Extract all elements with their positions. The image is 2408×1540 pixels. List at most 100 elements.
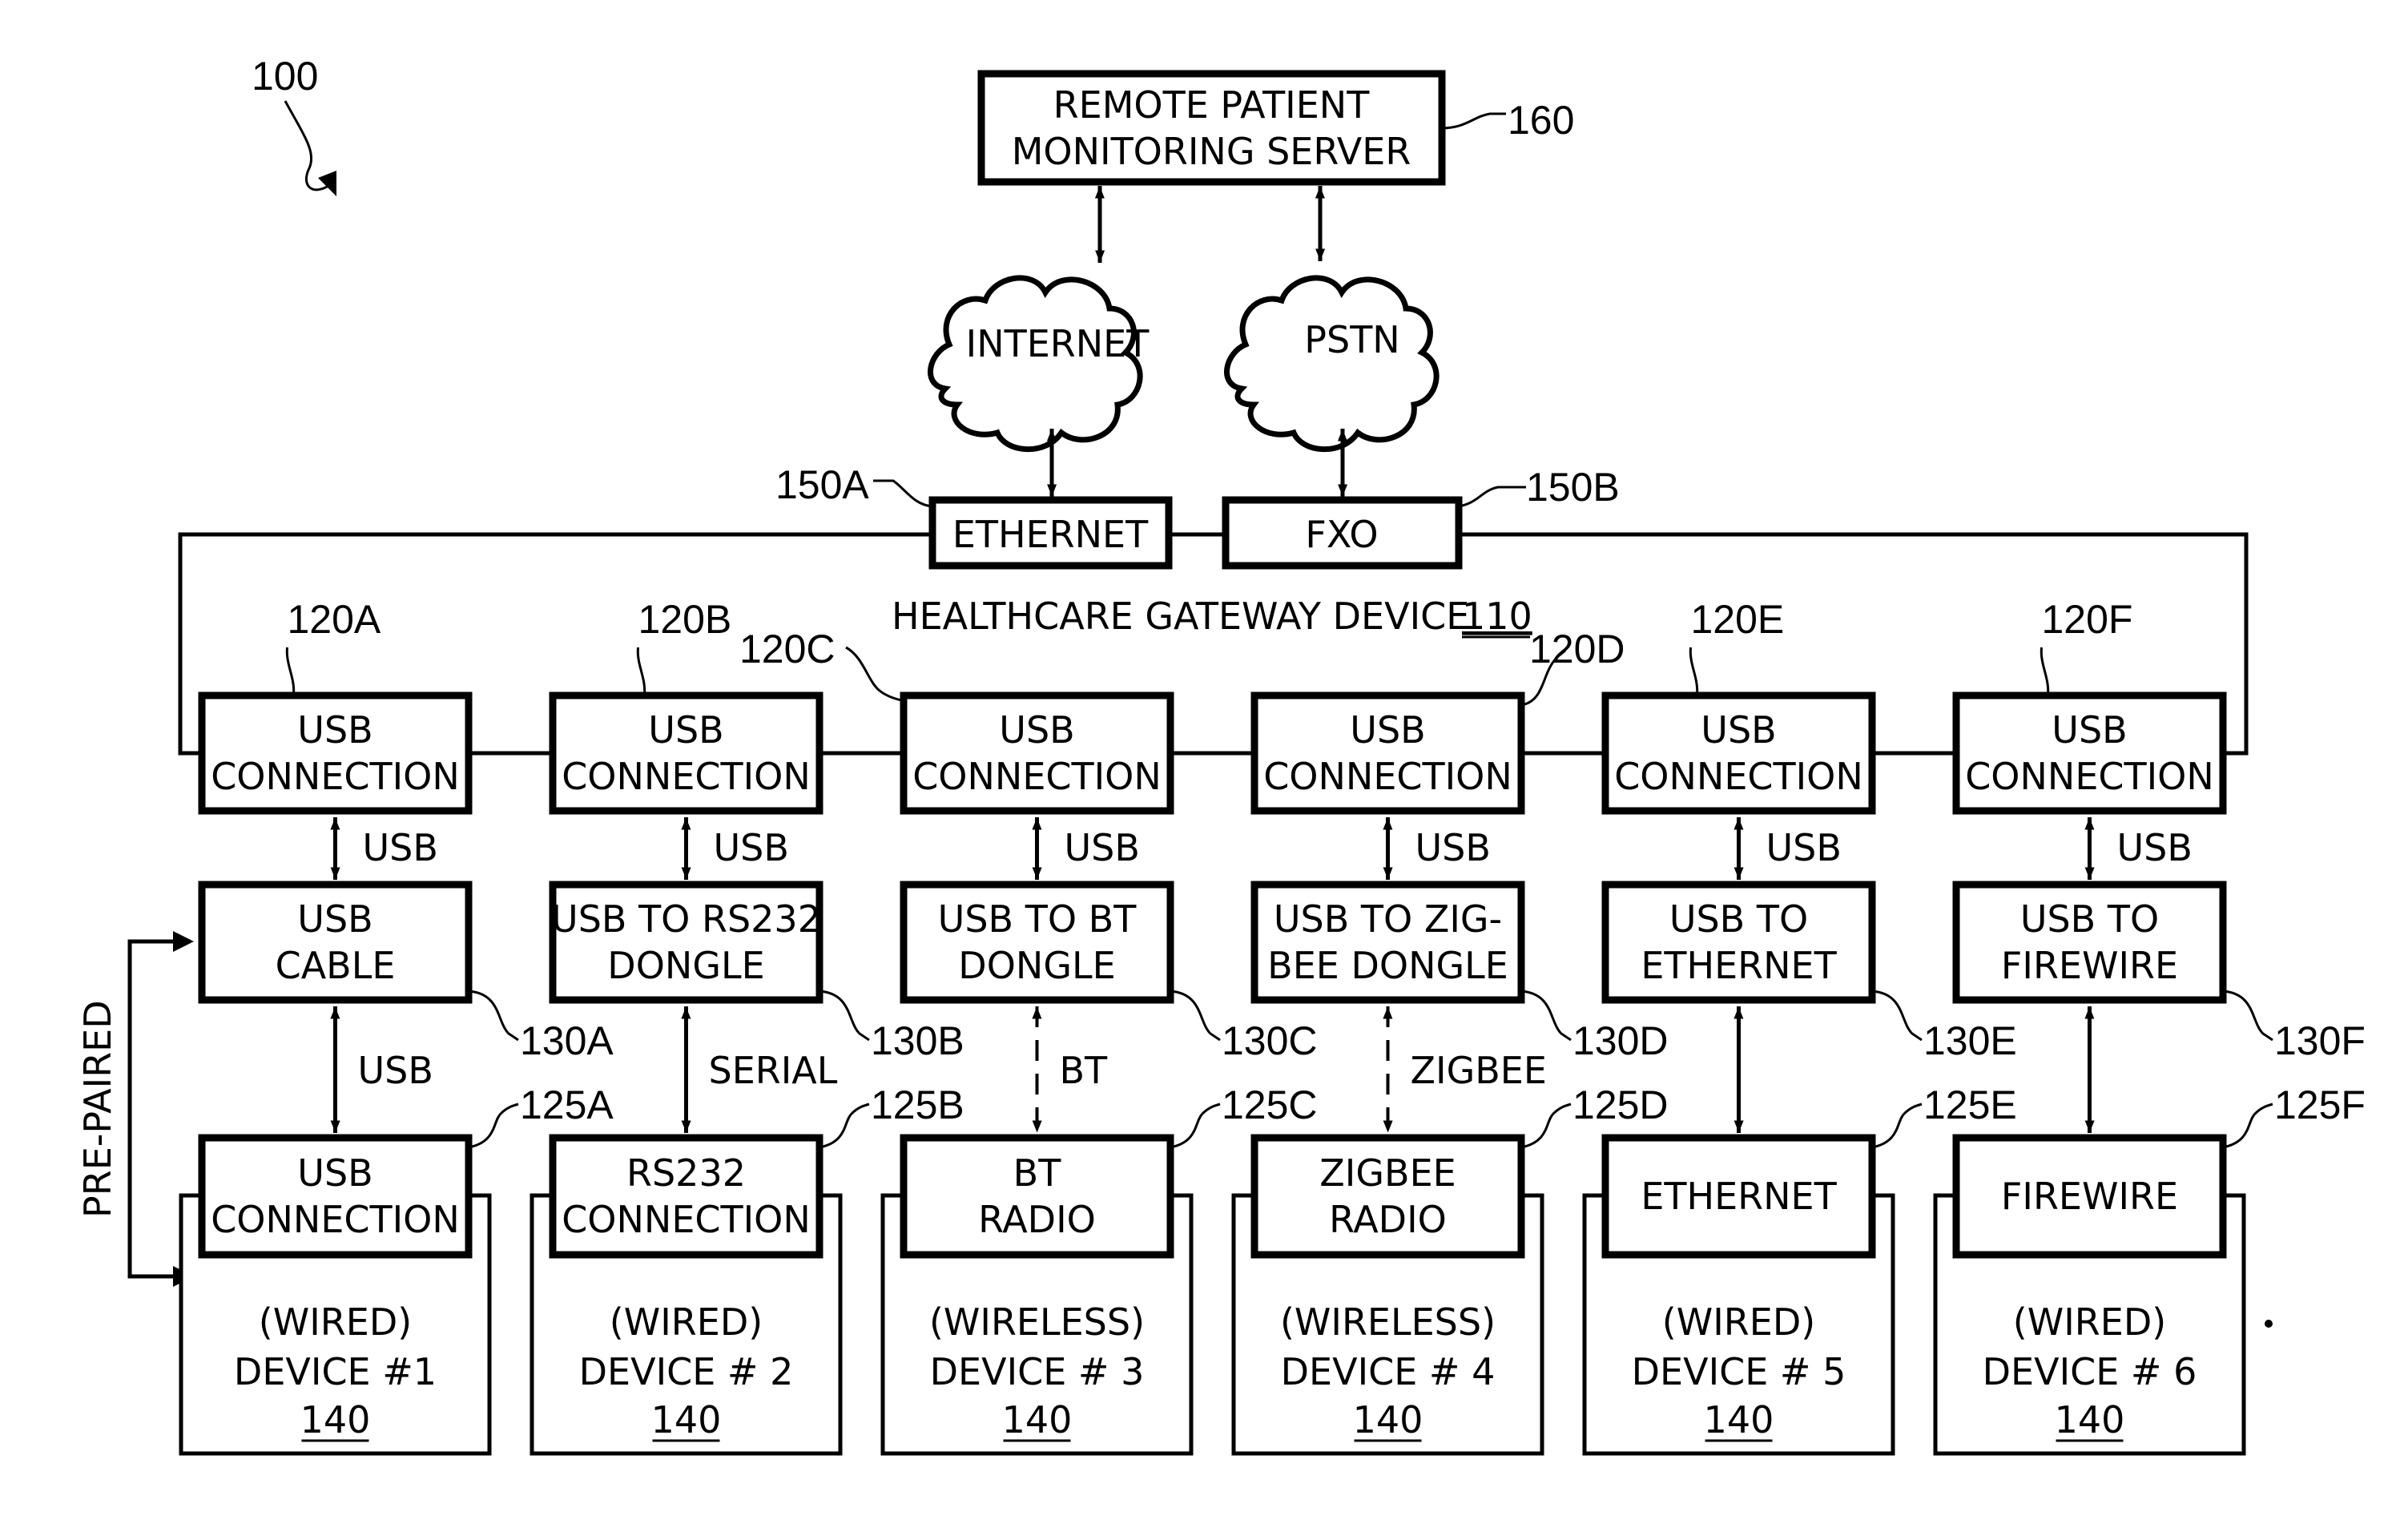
adapter-ref: 130C [1222, 1018, 1318, 1063]
device-interface-label-line1: ETHERNET [1641, 1175, 1837, 1218]
pstn-cloud: PSTN [1224, 275, 1440, 453]
device-name-label: DEVICE # 6 [1983, 1350, 2197, 1393]
usb-connection-label-line2: CONNECTION [1614, 755, 1863, 798]
device-interface-label-line1: ZIGBEE [1319, 1151, 1456, 1195]
device-interface-leader [2222, 1103, 2273, 1149]
device-interface-ref: 125D [1572, 1082, 1669, 1127]
figure-ref-label: 100 [252, 54, 318, 99]
device-name-label: DEVICE #1 [234, 1350, 437, 1393]
device-name-label: DEVICE # 4 [1281, 1350, 1496, 1393]
usb-connection-ref: 120F [2042, 597, 2133, 642]
device-name-label: DEVICE # 2 [579, 1350, 794, 1393]
adapter-ref: 130E [1923, 1018, 2017, 1063]
device-link-label: SERIAL [709, 1049, 838, 1092]
usb-link-label: USB [1766, 826, 1842, 869]
device-ref: 140 [300, 1398, 371, 1441]
usb-link-label: USB [363, 826, 438, 869]
usb-connection-ref: 120E [1691, 597, 1785, 642]
ethernet-port-leader [873, 479, 933, 508]
device-interface-leader [1871, 1103, 1923, 1149]
adapter-label-line2: BEE DONGLE [1267, 944, 1508, 987]
device-interface-label-line2: RADIO [1329, 1198, 1447, 1241]
device-interface-leader [1170, 1103, 1221, 1149]
usb-connection-label-line1: USB [1701, 708, 1776, 752]
usb-connection-ref: 120C [739, 627, 836, 671]
adapter-ref: 130B [871, 1018, 964, 1063]
usb-connection-leader [636, 647, 646, 696]
usb-connection-label-line1: USB [999, 708, 1074, 752]
gateway-title: HEALTHCARE GATEWAY DEVICE [892, 595, 1469, 638]
usb-connection-leader [285, 647, 296, 696]
adapter-ref: 130F [2274, 1018, 2366, 1063]
pre-paired-label: PRE-PAIRED [76, 1000, 119, 1218]
healthcare-gateway: HEALTHCARE GATEWAY DEVICE 110 ETHERNET 1… [178, 462, 2249, 756]
device-type-label: (WIRELESS) [1280, 1300, 1496, 1344]
device-interface-leader [1520, 1103, 1572, 1149]
adapter-label-line2: ETHERNET [1641, 944, 1837, 987]
usb-connection-ref: 120D [1529, 627, 1625, 671]
adapter-label-line2: DONGLE [958, 944, 1115, 987]
usb-connection-label-line2: CONNECTION [912, 755, 1162, 798]
usb-connection-leader [845, 646, 904, 702]
adapter-label-line2: CABLE [276, 944, 396, 987]
remote-server-leader [1441, 112, 1506, 130]
adapter-label-line1: USB TO BT [938, 897, 1138, 941]
pstn-label: PSTN [1304, 318, 1399, 361]
figure-ref-arrowhead [318, 171, 336, 196]
gateway-title-text: HEALTHCARE GATEWAY DEVICE [892, 595, 1469, 638]
device-type-label: (WIRELESS) [929, 1300, 1145, 1344]
usb-link-label: USB [1415, 826, 1491, 869]
usb-connection-ref: 120A [288, 597, 381, 642]
gateway-ref: 110 [1462, 595, 1532, 638]
adapter-leader [1871, 990, 1923, 1042]
device-type-label: (WIRED) [2013, 1300, 2166, 1344]
device-name-label: DEVICE # 3 [930, 1350, 1145, 1393]
adapter-leader [2222, 990, 2273, 1042]
device-link-label: ZIGBEE [1411, 1049, 1547, 1092]
adapter-label-line1: USB TO ZIG- [1274, 897, 1502, 941]
usb-connection-label-line1: USB [1350, 708, 1425, 752]
remote-server-label-line2: MONITORING SERVER [1012, 130, 1411, 173]
device-interface-label-line1: RS232 [626, 1151, 746, 1195]
usb-link-label: USB [714, 826, 789, 869]
usb-connection-leader [2040, 647, 2050, 696]
ethernet-port-ref: 150A [775, 462, 869, 507]
device-name-label: DEVICE # 5 [1632, 1350, 1846, 1393]
device-interface-label-line1: USB [297, 1151, 372, 1195]
internet-cloud: INTERNET [928, 275, 1150, 453]
device-ref: 140 [1002, 1398, 1073, 1441]
fxo-port-label: FXO [1305, 513, 1378, 556]
pre-paired-arrowhead-top [173, 931, 194, 952]
pre-paired-bracket: PRE-PAIRED [76, 931, 194, 1287]
device-interface-label-line1: FIREWIRE [2001, 1175, 2178, 1218]
device-ref: 140 [1353, 1398, 1423, 1441]
remote-server-label-line1: REMOTE PATIENT [1053, 83, 1371, 127]
device-ref: 140 [1704, 1398, 1774, 1441]
device-link-label: USB [358, 1049, 433, 1092]
adapter-label-line1: USB TO [1669, 897, 1808, 941]
usb-connection-label-line1: USB [2052, 708, 2127, 752]
device-interface-ref: 125A [520, 1082, 614, 1127]
adapter-label-line2: DONGLE [607, 944, 764, 987]
device-ref: 140 [651, 1398, 722, 1441]
usb-connection-label-line2: CONNECTION [211, 755, 460, 798]
adapter-ref: 130A [520, 1018, 614, 1063]
device-interface-ref: 125C [1222, 1082, 1318, 1127]
device-interface-label-line1: BT [1013, 1151, 1062, 1195]
cloud-icon [1224, 275, 1440, 453]
device-type-label: (WIRED) [610, 1300, 763, 1344]
device-interface-ref: 125E [1923, 1082, 2017, 1127]
usb-connection-label-line2: CONNECTION [562, 755, 811, 798]
adapter-label-line2: FIREWIRE [2001, 944, 2178, 987]
stray-mark [2265, 1320, 2273, 1328]
adapter-label-line1: USB TO RS232 [551, 897, 821, 941]
usb-link-label: USB [2117, 826, 2193, 869]
internet-label: INTERNET [966, 322, 1150, 365]
usb-connection-leader [1689, 647, 1699, 696]
usb-connection-label-line1: USB [297, 708, 372, 752]
adapter-leader [1170, 990, 1221, 1042]
adapter-ref: 130D [1572, 1018, 1669, 1063]
usb-connection-label-line2: CONNECTION [1965, 755, 2214, 798]
device-interface-label-line2: CONNECTION [211, 1198, 460, 1241]
adapter-leader [468, 990, 519, 1042]
